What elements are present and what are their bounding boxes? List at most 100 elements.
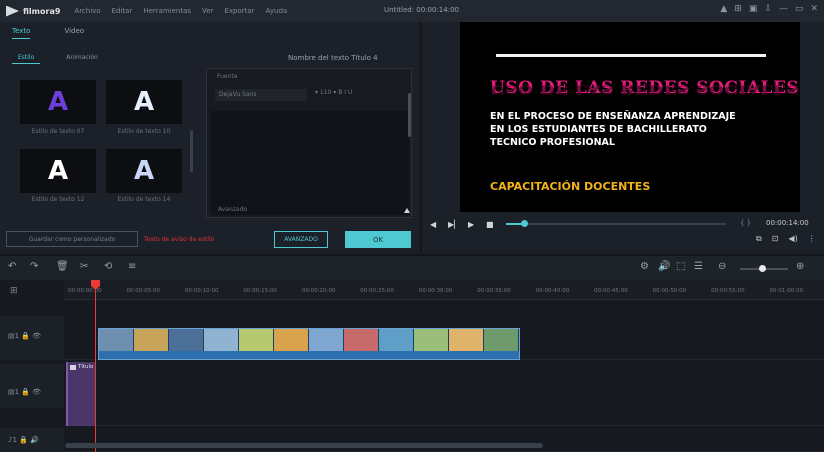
menu-item-export[interactable]: Exportar	[224, 7, 254, 15]
zoom-out-icon[interactable]: ⊖	[718, 261, 726, 272]
font-field-label: Fuente	[217, 73, 238, 80]
subtab-style[interactable]: Estilo	[12, 52, 41, 64]
add-track-icon[interactable]: ⊞	[10, 286, 18, 296]
preview-panel: USO DE LAS REDES SOCIALES USO DE LAS RED…	[420, 22, 824, 252]
app-brand: filmora9	[23, 6, 61, 16]
ok-button[interactable]: OK	[345, 231, 411, 248]
minimize-icon[interactable]: —	[779, 4, 788, 14]
text-preset-4[interactable]: A	[106, 149, 182, 193]
presets-scrollbar[interactable]	[190, 130, 193, 172]
playback-progress-handle[interactable]	[520, 220, 528, 227]
save-as-custom-button[interactable]: Guardar como personalizado	[6, 231, 138, 247]
title-clip[interactable]: Título	[66, 362, 96, 426]
playhead-line[interactable]	[95, 290, 96, 452]
marker-icon[interactable]: ⬚	[676, 261, 685, 272]
crop-icon[interactable]: ⟲	[104, 261, 112, 272]
marker-brackets[interactable]: { }	[740, 219, 751, 227]
preview-body-line: EN LOS ESTUDIANTES DE BACHILLERATO	[490, 124, 707, 135]
adjust-icon[interactable]: ≡	[128, 261, 136, 272]
warning-text: Texto de aviso de estilo	[144, 236, 215, 243]
title-divider-line	[496, 54, 766, 57]
redo-icon[interactable]: ↷	[30, 261, 38, 272]
expand-caret-icon[interactable]	[404, 208, 410, 213]
zoom-slider-handle[interactable]	[758, 265, 766, 272]
play-icon[interactable]: ▶	[468, 220, 474, 229]
ruler-tick-label: 00:00:20:00	[301, 288, 336, 294]
editor-subtabs: Estilo Animación	[12, 52, 104, 64]
video-clip[interactable]	[98, 328, 520, 360]
advanced-button[interactable]: AVANZADO	[274, 231, 328, 248]
preset-glyph: A	[133, 87, 155, 117]
playback-controls: ◀ ▶▏ ▶ ■ { } 00:00:14:00 ⧉ ⊡ ◀) ⋮	[422, 214, 824, 250]
subtab-animation[interactable]: Animación	[60, 52, 104, 64]
text-preset-3[interactable]: A	[20, 149, 96, 193]
step-back-icon[interactable]: ▶▏	[448, 220, 460, 229]
fullscreen-icon[interactable]: ⊡	[772, 234, 779, 244]
menu-bar: Archivo Editar Herramientas Ver Exportar…	[74, 7, 287, 15]
settings-scrollbar[interactable]	[408, 93, 411, 137]
mixer-icon[interactable]: ☰	[694, 261, 703, 272]
track-lane-overlay[interactable]	[64, 362, 824, 426]
tab-video[interactable]: Video	[64, 27, 84, 39]
menu-item-tools[interactable]: Herramientas	[143, 7, 191, 15]
render-icon[interactable]: ⚙	[640, 261, 649, 272]
text-preset-1[interactable]: A	[20, 80, 96, 124]
layout-icon[interactable]: ⊞	[734, 4, 742, 14]
tab-text[interactable]: Texto	[12, 27, 31, 39]
timeline-ruler[interactable]: 00:00:00:00 00:00:05:00 00:00:10:00 00:00:1…	[64, 280, 824, 300]
ruler-tick-label: 00:00:45:00	[594, 288, 628, 294]
zoom-in-icon[interactable]: ⊕	[796, 261, 804, 272]
preview-canvas[interactable]: USO DE LAS REDES SOCIALES USO DE LAS RED…	[460, 22, 800, 212]
title-clip-label: Título	[78, 364, 94, 370]
voiceover-icon[interactable]: 🔊	[658, 261, 670, 272]
clip-audio-waveform	[99, 351, 519, 359]
preview-body: EN EL PROCESO DE ENSEÑANZA APRENDIZAJE E…	[490, 110, 736, 149]
app-logo: filmora9	[6, 5, 61, 17]
preview-footer: CAPACITACIÓN DOCENTES	[490, 180, 651, 193]
text-settings-box: Fuente DejaVu Sans ▾ 110 ▾ B I U	[206, 68, 412, 218]
maximize-icon[interactable]: ▭	[795, 4, 804, 14]
menu-item-help[interactable]: Ayuda	[266, 7, 288, 15]
ruler-tick-label: 00:00:15:00	[243, 288, 277, 294]
advanced-section-label: Avanzado	[218, 206, 248, 213]
preset-label: Estilo de texto 12	[31, 196, 85, 203]
track-header-controls[interactable]: ♪1 🔒 🔊	[8, 436, 39, 444]
volume-icon[interactable]: ◀)	[788, 234, 797, 244]
clip-thumbnails	[99, 329, 519, 352]
close-icon[interactable]: ✕	[810, 4, 818, 14]
more-options-icon[interactable]: ⋮	[808, 234, 816, 244]
preview-body-line: TECNICO PROFESIONAL	[490, 137, 615, 148]
ruler-tick-label: 00:00:40:00	[535, 288, 570, 294]
track-header-video: ▤1 🔒 👁	[0, 316, 64, 360]
menu-item-view[interactable]: Ver	[202, 7, 213, 15]
font-size-controls[interactable]: ▾ 110 ▾ B I U	[315, 89, 352, 96]
stop-icon[interactable]: ■	[486, 220, 494, 229]
text-preset-2[interactable]: A	[106, 80, 182, 124]
undo-icon[interactable]: ↶	[8, 261, 16, 272]
editor-tabs: Texto Video	[12, 27, 84, 39]
track-header-controls[interactable]: ▤1 🔒 👁	[8, 332, 41, 340]
track-lane-audio[interactable]	[64, 428, 824, 452]
snapshot-icon[interactable]: ⧉	[756, 234, 762, 244]
screen-icon[interactable]: ▣	[749, 4, 758, 14]
previous-frame-icon[interactable]: ◀	[430, 220, 436, 229]
menu-item-edit[interactable]: Editar	[112, 7, 133, 15]
preview-body-line: EN EL PROCESO DE ENSEÑANZA APRENDIZAJE	[490, 111, 736, 122]
download-icon[interactable]: ⇩	[764, 4, 772, 14]
text-content-area[interactable]	[211, 111, 409, 215]
zoom-slider[interactable]	[740, 265, 788, 272]
font-select[interactable]: DejaVu Sans	[215, 89, 307, 101]
track-header-overlay: ▤1 🔒 👁	[0, 364, 64, 408]
ruler-tick-label: 00:00:10:00	[184, 288, 219, 294]
track-header-controls[interactable]: ▤1 🔒 👁	[8, 388, 41, 396]
timeline: ⊞ 00:00:00:00 00:00:05:00 00:00:10:00 00:00…	[0, 280, 824, 452]
account-icon[interactable]: ▲	[720, 4, 727, 14]
preset-label: Estilo de texto 07	[31, 128, 85, 135]
menu-item-file[interactable]: Archivo	[74, 7, 100, 15]
playback-progress-bar[interactable]	[506, 220, 726, 227]
delete-icon[interactable]: 🗑	[56, 261, 69, 272]
preset-glyph: A	[47, 87, 69, 117]
split-icon[interactable]: ✂	[80, 261, 88, 272]
timeline-horizontal-scrollbar[interactable]	[65, 443, 543, 448]
timeline-toolbar: ↶ ↷ 🗑 ✂ ⟲ ≡ ⚙ 🔊 ⬚ ☰ ⊖ ⊕	[0, 254, 824, 280]
